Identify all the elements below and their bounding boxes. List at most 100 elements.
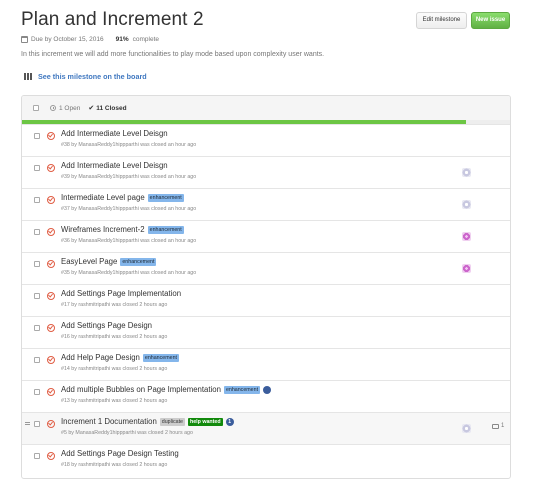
issue-title-line: Increment 1 Documentation duplicate help w… [61, 417, 234, 426]
issue-checkbox[interactable] [34, 293, 40, 299]
open-filter[interactable]: 1 Open [59, 105, 80, 112]
issue-title-line: Intermediate Level page enhancement [61, 193, 184, 202]
percent-complete: 91% [115, 36, 129, 43]
label-enhancement[interactable]: enhancement [147, 225, 184, 234]
issue-list: Add Intermediate Level Deisgn #38 by Mana… [22, 124, 510, 476]
issue-meta: #13 by rashmitripathi was closed 2 hours… [61, 398, 168, 404]
assignee-avatar[interactable] [462, 424, 471, 433]
issue-checkbox[interactable] [34, 389, 40, 395]
issue-title-line: Add Settings Page Design Testing [61, 449, 179, 458]
calendar-icon [21, 36, 28, 43]
issue-meta: #16 by rashmitripathi was closed 2 hours… [61, 334, 168, 340]
issue-title-line: Add multiple Bubbles on Page Implementat… [61, 385, 272, 394]
percent-label: complete [132, 36, 160, 43]
closed-filter[interactable]: 11 Closed [96, 105, 126, 112]
new-issue-button[interactable]: New issue [471, 12, 510, 29]
issue-title[interactable]: EasyLevel Page [61, 257, 117, 266]
issue-checkbox[interactable] [34, 325, 40, 331]
issue-meta: #5 by ManasaReddy1hippparthi was closed … [61, 430, 193, 436]
issue-title[interactable]: Add Settings Page Design Testing [61, 449, 179, 458]
label-help-wanted[interactable]: help wanted [187, 417, 223, 426]
label-enhancement[interactable]: enhancement [142, 353, 179, 362]
issue-title-line: Add Settings Page Design [61, 321, 152, 330]
issue-meta: #37 by ManasaReddy1hippparthi was closed… [61, 206, 197, 212]
issue-row[interactable]: Add Help Page Design enhancement #14 by ra… [22, 348, 510, 380]
issue-title[interactable]: Increment 1 Documentation [61, 417, 157, 426]
board-link[interactable]: See this milestone on the board [24, 72, 147, 81]
closed-issue-icon [47, 420, 55, 428]
assignee-avatar[interactable] [462, 200, 471, 209]
edit-milestone-button[interactable]: Edit milestone [416, 12, 467, 29]
issue-checkbox[interactable] [34, 197, 40, 203]
issue-checkbox[interactable] [34, 357, 40, 363]
issue-title-line: EasyLevel Page enhancement [61, 257, 157, 266]
issue-checkbox[interactable] [34, 261, 40, 267]
closed-issue-icon [47, 196, 55, 204]
closed-issue-icon [47, 292, 55, 300]
comment-count[interactable]: 1 [492, 423, 504, 429]
issue-title-line: Add Help Page Design enhancement [61, 353, 179, 362]
count-badge: 1 [225, 417, 234, 426]
label-enhancement[interactable]: enhancement [120, 257, 157, 266]
issue-title-line: Add Intermediate Level Deisgn [61, 161, 168, 170]
issue-checkbox[interactable] [34, 421, 40, 427]
issue-meta: #17 by rashmitripathi was closed 2 hours… [61, 302, 168, 308]
drag-handle-icon[interactable] [25, 422, 30, 425]
issue-row[interactable]: EasyLevel Page enhancement #35 by ManasaRe… [22, 252, 510, 284]
check-icon: ✔ [88, 105, 95, 112]
closed-issue-icon [47, 452, 55, 460]
milestone-meta: Due by October 15, 2016 91% complete [21, 36, 159, 43]
issue-checkbox[interactable] [34, 165, 40, 171]
due-date: Due by October 15, 2016 [31, 36, 104, 43]
issue-title[interactable]: Intermediate Level page [61, 193, 145, 202]
closed-issue-icon [47, 228, 55, 236]
assignee-avatar[interactable] [462, 168, 471, 177]
issue-row[interactable]: Add Intermediate Level Deisgn #39 by Mana… [22, 156, 510, 188]
issues-list-header: 1 Open ✔ 11 Closed [22, 96, 510, 120]
issue-row[interactable]: Add Settings Page Design Testing #18 by r… [22, 444, 510, 476]
issue-title[interactable]: Add multiple Bubbles on Page Implementat… [61, 385, 221, 394]
issue-row[interactable]: Increment 1 Documentation duplicate help w… [22, 412, 510, 444]
issue-title[interactable]: Add Settings Page Design [61, 321, 152, 330]
closed-issue-icon [47, 164, 55, 172]
issue-row[interactable]: Add multiple Bubbles on Page Implementat… [22, 380, 510, 412]
issue-meta: #18 by rashmitripathi was closed 2 hours… [61, 462, 168, 468]
assignee-avatar[interactable] [462, 264, 471, 273]
closed-issue-icon [47, 260, 55, 268]
issue-row[interactable]: Wireframes Increment-2 enhancement #36 by … [22, 220, 510, 252]
select-all-checkbox[interactable] [33, 105, 39, 111]
page-title: Plan and Increment 2 [21, 9, 204, 30]
closed-issue-icon [47, 324, 55, 332]
board-link-label[interactable]: See this milestone on the board [38, 72, 147, 81]
open-issue-icon [50, 105, 56, 111]
milestone-description: In this increment we will add more funct… [21, 51, 325, 58]
closed-issue-icon [47, 356, 55, 364]
issue-row[interactable]: Add Settings Page Design #16 by rashmitri… [22, 316, 510, 348]
issue-checkbox[interactable] [34, 453, 40, 459]
label-duplicate[interactable]: duplicate [159, 417, 185, 426]
issue-meta: #35 by ManasaReddy1hippparthi was closed… [61, 270, 197, 276]
issue-title[interactable]: Add Settings Page Implementation [61, 289, 181, 298]
label-enhancement[interactable]: enhancement [223, 385, 261, 394]
issue-checkbox[interactable] [34, 133, 40, 139]
issues-panel: 1 Open ✔ 11 Closed Add Intermediate Leve… [21, 95, 511, 479]
issue-title[interactable]: Wireframes Increment-2 [61, 225, 145, 234]
issue-title[interactable]: Add Help Page Design [61, 353, 140, 362]
issue-title[interactable]: Add Intermediate Level Deisgn [61, 129, 168, 138]
issue-row[interactable]: Intermediate Level page enhancement #37 by… [22, 188, 510, 220]
issue-title-line: Add Settings Page Implementation [61, 289, 181, 298]
issue-meta: #39 by ManasaReddy1hippparthi was closed… [61, 174, 197, 180]
issue-meta: #14 by rashmitripathi was closed 2 hours… [61, 366, 168, 372]
issue-meta: #36 by ManasaReddy1hippparthi was closed… [61, 238, 197, 244]
issue-title[interactable]: Add Intermediate Level Deisgn [61, 161, 168, 170]
comment-icon [492, 423, 499, 429]
issue-title-line: Add Intermediate Level Deisgn [61, 129, 168, 138]
assignee-avatar[interactable] [462, 232, 471, 241]
user-badge-icon [263, 385, 272, 394]
issue-row[interactable]: Add Intermediate Level Deisgn #38 by Mana… [22, 124, 510, 156]
issue-row[interactable]: Add Settings Page Implementation #17 by r… [22, 284, 510, 316]
label-enhancement[interactable]: enhancement [147, 193, 184, 202]
closed-issue-icon [47, 132, 55, 140]
issue-checkbox[interactable] [34, 229, 40, 235]
issue-title-line: Wireframes Increment-2 enhancement [61, 225, 184, 234]
